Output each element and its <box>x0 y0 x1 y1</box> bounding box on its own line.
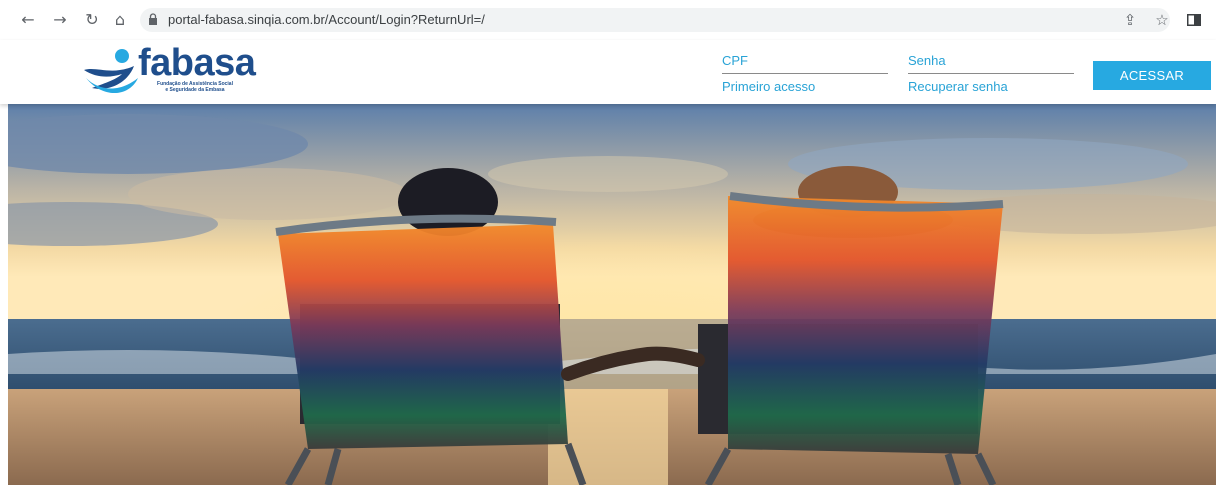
logo-subtitle: Fundação de Assistência Social e Segurid… <box>150 81 240 93</box>
cpf-input[interactable] <box>722 48 888 72</box>
back-arrow-icon[interactable]: ← <box>18 10 38 30</box>
logo-symbol-icon <box>84 49 138 94</box>
home-icon[interactable]: ⌂ <box>110 10 130 30</box>
cpf-field[interactable] <box>722 48 888 74</box>
address-bar[interactable]: portal-fabasa.sinqia.com.br/Account/Logi… <box>140 8 1170 32</box>
recuperar-senha-link[interactable]: Recuperar senha <box>908 79 1008 94</box>
star-icon[interactable]: ☆ <box>1152 10 1172 30</box>
hero-beach-image <box>8 104 1216 485</box>
senha-input[interactable] <box>908 48 1074 72</box>
senha-field[interactable] <box>908 48 1074 74</box>
share-icon[interactable]: ⇪ <box>1120 10 1140 30</box>
url-text: portal-fabasa.sinqia.com.br/Account/Logi… <box>168 12 485 27</box>
sidebar-icon[interactable] <box>1184 10 1204 30</box>
logo-subtitle-line2: e Seguridade da Embasa <box>165 87 225 93</box>
hero-banner <box>8 104 1216 485</box>
acessar-button[interactable]: ACESSAR <box>1093 61 1211 90</box>
forward-arrow-icon[interactable]: → <box>50 10 70 30</box>
primeiro-acesso-link[interactable]: Primeiro acesso <box>722 79 815 94</box>
reload-icon[interactable]: ↻ <box>82 10 102 30</box>
logo-wordmark: fabasa <box>138 42 256 84</box>
lock-icon <box>149 13 157 25</box>
browser-toolbar: ← → ↻ ⌂ portal-fabasa.sinqia.com.br/Acco… <box>0 0 1216 40</box>
site-header: fabasa Fundação de Assistência Social e … <box>0 40 1216 104</box>
fabasa-logo[interactable]: fabasa Fundação de Assistência Social e … <box>82 42 272 100</box>
